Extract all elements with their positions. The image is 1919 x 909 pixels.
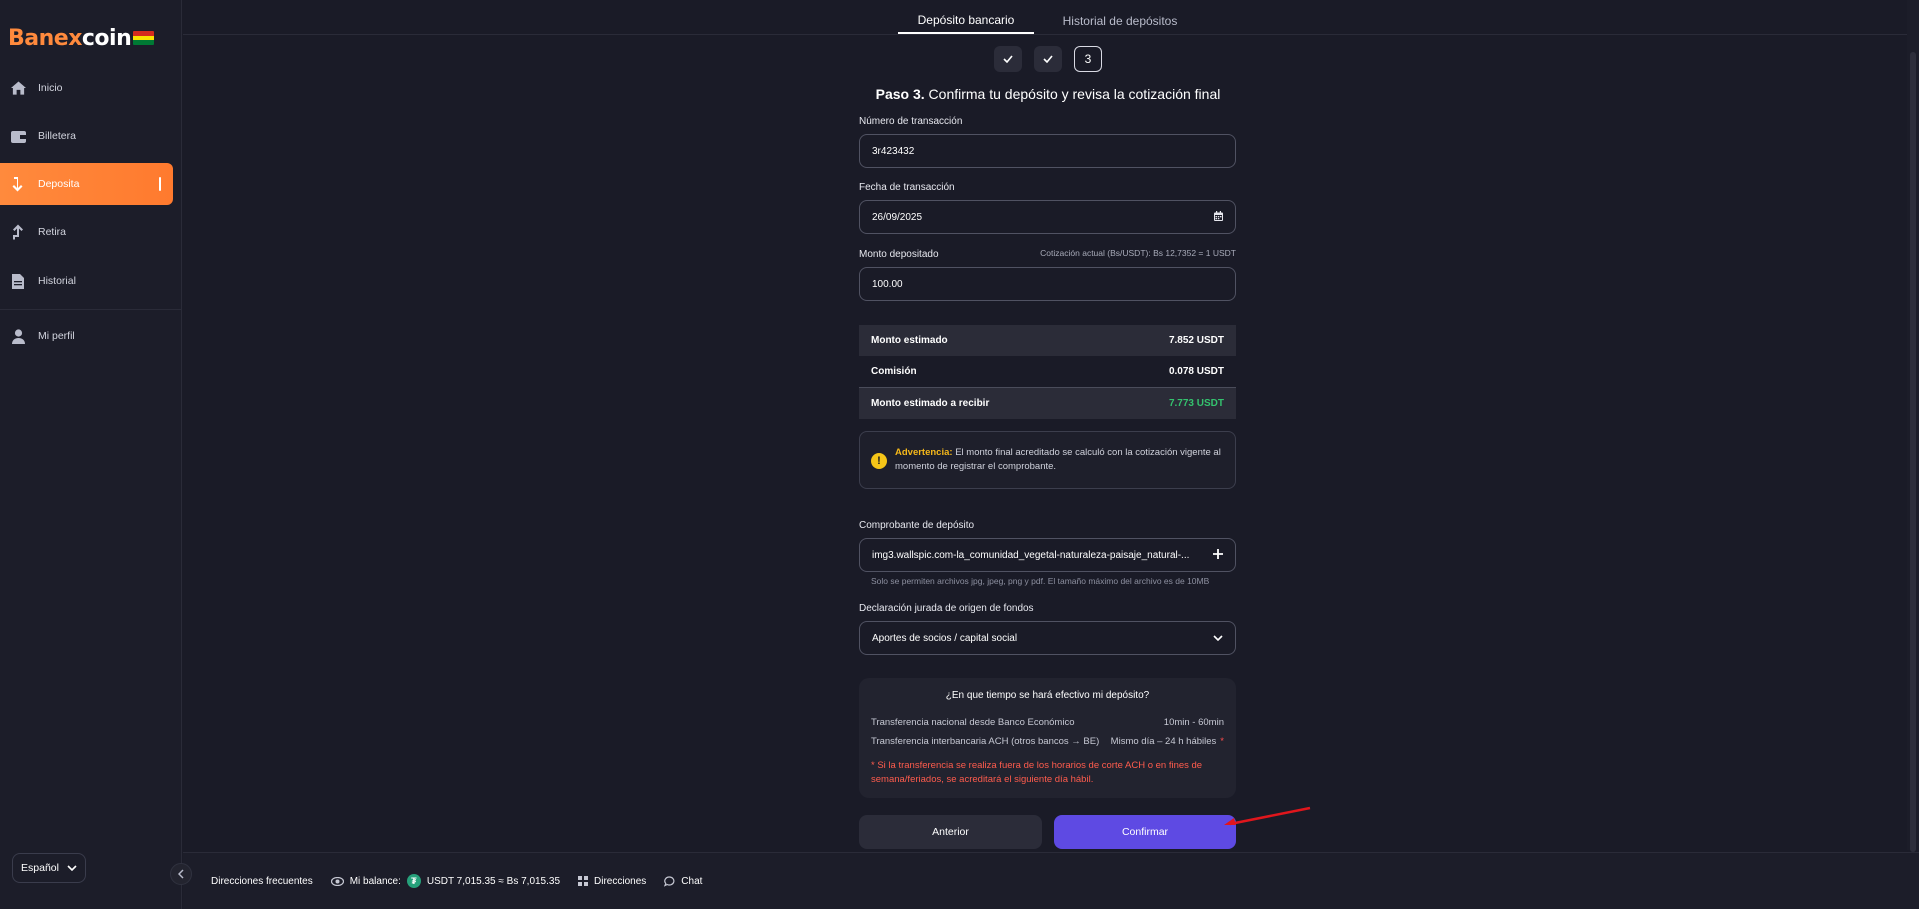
check-icon bbox=[1043, 55, 1053, 63]
brand-logo[interactable]: Banexcoin bbox=[8, 25, 155, 51]
chat-icon bbox=[664, 875, 675, 887]
summary-label: Comisión bbox=[871, 366, 917, 377]
language-selector[interactable]: Español bbox=[12, 853, 86, 883]
sidebar: Banexcoin Inicio Billetera Deposita Reti… bbox=[0, 0, 182, 909]
tab-deposito-bancario[interactable]: Depósito bancario bbox=[898, 8, 1034, 34]
logo-text: Banexcoin bbox=[8, 25, 132, 51]
plus-icon[interactable] bbox=[1213, 548, 1223, 562]
transaction-date-label: Fecha de transacción bbox=[859, 182, 955, 193]
active-indicator bbox=[159, 177, 161, 191]
collapse-sidebar-button[interactable] bbox=[170, 863, 192, 885]
sidebar-item-label: Inicio bbox=[38, 82, 63, 94]
sidebar-item-historial[interactable]: Historial bbox=[0, 260, 173, 302]
arrow-down-icon bbox=[10, 176, 26, 192]
transaction-number-label: Número de transacción bbox=[859, 116, 963, 127]
info-row: Transferencia nacional desde Banco Econó… bbox=[871, 717, 1224, 728]
summary-label: Monto estimado bbox=[871, 335, 948, 346]
summary-value: 7.773 USDT bbox=[1168, 398, 1224, 409]
scrollbar[interactable] bbox=[1907, 0, 1919, 852]
warning-title: Advertencia: bbox=[895, 447, 953, 458]
balance-display: Mi balance: ₮ USDT 7,015.35 ≈ Bs 7,015.3… bbox=[330, 874, 561, 888]
sidebar-item-label: Historial bbox=[38, 275, 76, 287]
info-row-value: Mismo día – 24 h hábiles bbox=[1110, 736, 1217, 747]
sidebar-item-label: Mi perfil bbox=[38, 330, 75, 342]
sidebar-item-retira[interactable]: Retira bbox=[0, 211, 173, 253]
tether-icon: ₮ bbox=[406, 874, 421, 888]
chat-label: Chat bbox=[681, 875, 703, 887]
transaction-date-value: 26/09/2025 bbox=[872, 211, 923, 223]
chevron-down-icon bbox=[1213, 633, 1223, 644]
receipt-hint: Solo se permiten archivos jpg, jpeg, png… bbox=[871, 576, 1210, 586]
stepper: 3 bbox=[994, 46, 1102, 72]
grid-icon bbox=[578, 876, 589, 886]
info-row-label: Transferencia interbancaria ACH (otros b… bbox=[871, 736, 1100, 747]
info-row-value: 10min - 60min bbox=[1163, 717, 1224, 728]
warning-icon: ! bbox=[871, 453, 887, 469]
asterisk: * bbox=[1220, 736, 1224, 747]
step-current: 3 bbox=[1074, 46, 1102, 72]
frequent-addresses-label: Direcciones frecuentes bbox=[211, 875, 313, 887]
sidebar-item-label: Retira bbox=[38, 226, 67, 238]
sidebar-item-mi-perfil[interactable]: Mi perfil bbox=[0, 315, 173, 357]
confirm-button[interactable]: Confirmar bbox=[1054, 815, 1236, 849]
chevron-left-icon bbox=[178, 869, 184, 879]
declaration-select[interactable]: Aportes de socios / capital social bbox=[859, 621, 1236, 655]
deposit-tabs: Depósito bancario Historial de depósitos bbox=[898, 8, 1206, 34]
chevron-down-icon bbox=[67, 862, 77, 874]
eye-icon[interactable] bbox=[330, 876, 344, 886]
deposit-timing-info: ¿En que tiempo se hará efectivo mi depós… bbox=[859, 678, 1236, 798]
home-icon bbox=[10, 80, 26, 96]
exchange-rate-text: Cotización actual (Bs/USDT): Bs 12,7352 … bbox=[1040, 248, 1236, 258]
balance-value: USDT 7,015.35 ≈ Bs 7,015.35 bbox=[426, 875, 561, 887]
check-icon bbox=[1003, 55, 1013, 63]
sidebar-item-label: Deposita bbox=[38, 178, 80, 190]
info-row-label: Transferencia nacional desde Banco Econó… bbox=[871, 717, 1075, 728]
chat-button[interactable]: Chat bbox=[664, 876, 702, 887]
sidebar-divider bbox=[0, 309, 182, 310]
summary-label: Monto estimado a recibir bbox=[871, 398, 990, 409]
transaction-number-input[interactable]: 3r423432 bbox=[859, 134, 1236, 168]
step-1-done bbox=[994, 46, 1022, 72]
summary-row-commission: Comisión 0.078 USDT bbox=[859, 356, 1236, 387]
previous-button[interactable]: Anterior bbox=[859, 815, 1042, 849]
bolivia-flag-icon bbox=[133, 31, 155, 45]
summary-value: 7.852 USDT bbox=[1168, 335, 1224, 346]
sidebar-item-label: Billetera bbox=[38, 130, 76, 142]
transaction-date-input[interactable]: 26/09/2025 bbox=[859, 200, 1236, 234]
addresses-button[interactable]: Direcciones bbox=[578, 876, 646, 887]
bottom-bar: Direcciones frecuentes Mi balance: ₮ USD… bbox=[183, 852, 1919, 909]
summary-value: 0.078 USDT bbox=[1168, 366, 1224, 377]
declaration-label: Declaración jurada de origen de fondos bbox=[859, 603, 1034, 614]
wallet-icon bbox=[10, 128, 26, 144]
arrow-up-icon bbox=[10, 224, 26, 240]
info-question: ¿En que tiempo se hará efectivo mi depós… bbox=[945, 690, 1150, 701]
amount-input[interactable]: 100.00 bbox=[859, 267, 1236, 301]
receipt-filename: img3.wallspic.com-la_comunidad_vegetal-n… bbox=[872, 549, 1190, 561]
warning-box: ! Advertencia: El monto final acreditado… bbox=[859, 431, 1236, 489]
info-row: Transferencia interbancaria ACH (otros b… bbox=[871, 736, 1224, 747]
scrollbar-thumb[interactable] bbox=[1910, 52, 1916, 852]
info-note: * Si la transferencia se realiza fuera d… bbox=[871, 760, 1203, 785]
annotation-arrow-icon bbox=[1224, 806, 1311, 826]
balance-label: Mi balance: bbox=[349, 875, 401, 887]
receipt-label: Comprobante de depósito bbox=[859, 520, 975, 531]
sidebar-item-deposita[interactable]: Deposita bbox=[0, 163, 173, 205]
addresses-label: Direcciones bbox=[594, 875, 647, 887]
receipt-upload-input[interactable]: img3.wallspic.com-la_comunidad_vegetal-n… bbox=[859, 538, 1236, 572]
tab-historial-depositos[interactable]: Historial de depósitos bbox=[1034, 8, 1206, 34]
document-icon bbox=[10, 273, 26, 289]
sidebar-item-billetera[interactable]: Billetera bbox=[0, 115, 173, 157]
page-title: Paso 3. Confirma tu depósito y revisa la… bbox=[875, 86, 1221, 102]
declaration-value: Aportes de socios / capital social bbox=[872, 632, 1018, 644]
user-icon bbox=[10, 328, 26, 344]
sidebar-item-inicio[interactable]: Inicio bbox=[0, 67, 173, 109]
summary-row-estimated: Monto estimado 7.852 USDT bbox=[859, 325, 1236, 356]
step-2-done bbox=[1034, 46, 1062, 72]
header-divider bbox=[183, 34, 1919, 35]
frequent-addresses-link[interactable]: Direcciones frecuentes bbox=[211, 876, 313, 887]
language-label: Español bbox=[21, 862, 59, 874]
summary-row-to-receive: Monto estimado a recibir 7.773 USDT bbox=[859, 388, 1236, 419]
calendar-icon[interactable] bbox=[1214, 210, 1223, 224]
